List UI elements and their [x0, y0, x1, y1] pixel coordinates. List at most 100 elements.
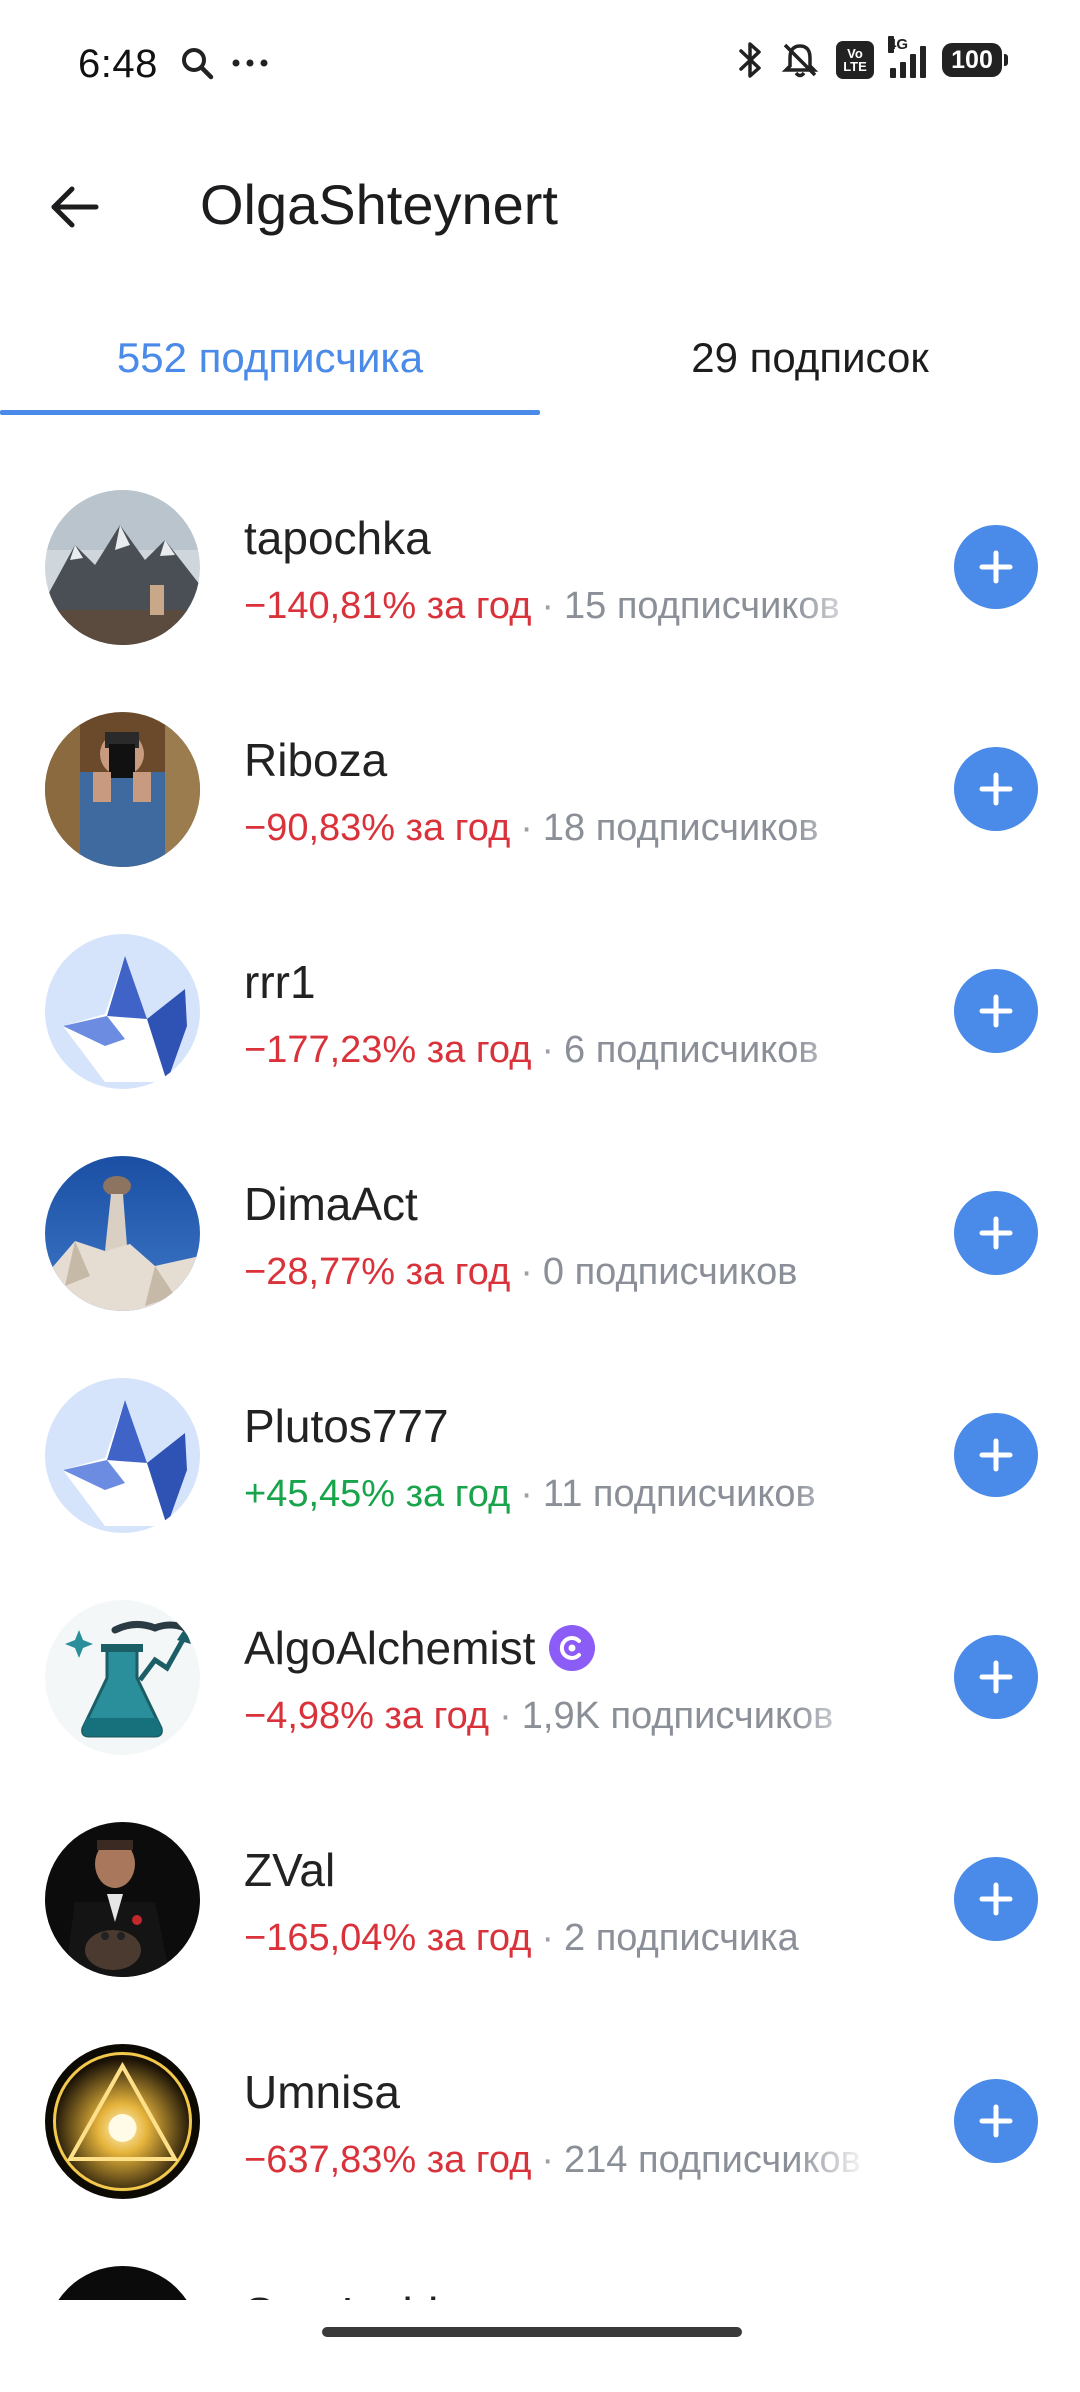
follow-button[interactable] [954, 1413, 1038, 1497]
user-stats: −28,77% за год · 0 подписчиков [244, 1251, 869, 1294]
plus-icon [979, 550, 1013, 584]
user-name[interactable]: Plutos777 [244, 1399, 449, 1453]
separator-dot: · [520, 807, 533, 849]
plus-icon [979, 1660, 1013, 1694]
followers-list: tapochka −140,81% за год · 15 подписчиков [0, 455, 1080, 2392]
plus-icon [979, 1438, 1013, 1472]
followers-screen: 6:48 Vo LTE 4G 100 OlgaShteynert 552 под… [0, 0, 1080, 2392]
list-item[interactable]: tapochka −140,81% за год · 15 подписчиков [0, 455, 1080, 677]
list-item[interactable]: Umnisa −637,83% за год · 214 подписчиков [0, 2009, 1080, 2231]
plus-icon [979, 772, 1013, 806]
arrow-left-icon [51, 186, 99, 228]
plus-icon [979, 1216, 1013, 1250]
avatar[interactable] [45, 490, 200, 645]
separator-dot: · [541, 1029, 555, 1071]
plus-icon [979, 2104, 1013, 2138]
followers-count: 1,9K подписчиков [521, 1695, 834, 1737]
user-name[interactable]: AlgoAlchemist [244, 1621, 596, 1675]
home-indicator[interactable] [322, 2327, 742, 2337]
user-stats: +45,45% за год · 11 подписчиков [244, 1473, 869, 1516]
back-button[interactable] [40, 172, 110, 242]
user-stats: −177,23% за год · 6 подписчиков [244, 1029, 869, 1072]
annual-return: −90,83% за год [244, 807, 511, 849]
search-icon [182, 48, 214, 80]
followers-count: 6 подписчиков [564, 1029, 819, 1071]
user-name[interactable]: ZVal [244, 1843, 335, 1897]
user-name-text: tapochka [244, 512, 431, 564]
avatar[interactable] [45, 1600, 200, 1755]
avatar[interactable] [45, 1378, 200, 1533]
muted-bell-icon [781, 43, 819, 78]
annual-return: −177,23% за год [244, 1029, 532, 1071]
avatar[interactable] [45, 934, 200, 1089]
avatar[interactable] [45, 1822, 200, 1977]
annual-return: −28,77% за год [244, 1251, 511, 1293]
user-name-text: Umnisa [244, 2066, 400, 2118]
tab-followers[interactable]: 552 подписчика [0, 300, 540, 415]
list-item[interactable]: ZVal −165,04% за год · 2 подписчика [0, 1787, 1080, 2009]
tab-following[interactable]: 29 подписок [540, 300, 1080, 415]
follow-button[interactable] [954, 1191, 1038, 1275]
user-name[interactable]: rrr1 [244, 955, 316, 1009]
navigation-bar-background [0, 2300, 1080, 2392]
user-name-text: ZVal [244, 1844, 336, 1896]
separator-dot: · [541, 1917, 555, 1959]
followers-count: 11 подписчиков [542, 1473, 816, 1515]
user-stats: −90,83% за год · 18 подписчиков [244, 807, 869, 850]
followers-count: 18 подписчиков [542, 807, 819, 849]
list-item[interactable]: Riboza −90,83% за год · 18 подписчиков [0, 677, 1080, 899]
followers-count: 15 подписчиков [564, 585, 840, 627]
follow-button[interactable] [954, 1635, 1038, 1719]
user-stats: −140,81% за год · 15 подписчиков [244, 585, 869, 628]
user-name-text: rrr1 [244, 956, 316, 1008]
plus-icon [979, 994, 1013, 1028]
user-name[interactable]: tapochka [244, 511, 431, 565]
separator-dot: · [520, 1251, 533, 1293]
annual-return: +45,45% за год [244, 1473, 511, 1515]
user-name-text: Plutos777 [244, 1400, 449, 1452]
plus-icon [979, 1882, 1013, 1916]
annual-return: −140,81% за год [244, 585, 532, 627]
user-name-text: DimaAct [244, 1178, 418, 1230]
user-stats: −165,04% за год · 2 подписчика [244, 1917, 869, 1960]
network-type-label: 4G [888, 36, 909, 53]
user-name-text: Riboza [244, 734, 388, 786]
more-dots-icon [232, 59, 268, 67]
avatar[interactable] [45, 1156, 200, 1311]
annual-return: −637,83% за год [244, 2139, 532, 2181]
follow-button[interactable] [954, 2079, 1038, 2163]
status-time: 6:48 [78, 42, 158, 86]
followers-count: 214 подписчиков [564, 2139, 861, 2181]
user-name[interactable]: Riboza [244, 733, 387, 787]
follow-button[interactable] [954, 747, 1038, 831]
user-name[interactable]: DimaAct [244, 1177, 418, 1231]
followers-count: 0 подписчиков [542, 1251, 798, 1293]
list-item[interactable]: AlgoAlchemist −4,98% за год · 1,9K подписч… [0, 1565, 1080, 1787]
status-bar: 6:48 Vo LTE 4G 100 [0, 0, 1080, 130]
list-item[interactable]: DimaAct −28,77% за год · 0 подписчиков [0, 1121, 1080, 1343]
signal-icon: 4G [888, 36, 926, 78]
user-name[interactable]: Umnisa [244, 2065, 400, 2119]
status-left-icons [180, 46, 268, 80]
battery-level: 100 [951, 45, 993, 74]
separator-dot: · [541, 2139, 555, 2181]
battery-icon: 100 [942, 43, 1008, 77]
user-stats: −637,83% за год · 214 подписчиков [244, 2139, 869, 2182]
follow-button[interactable] [954, 525, 1038, 609]
volte-bottom-label: LTE [843, 59, 867, 74]
volte-icon: Vo LTE [836, 41, 874, 79]
annual-return: −4,98% за год [244, 1695, 490, 1737]
separator-dot: · [499, 1695, 512, 1737]
separator-dot: · [520, 1473, 533, 1515]
follow-button[interactable] [954, 969, 1038, 1053]
avatar[interactable] [45, 2044, 200, 2199]
status-right-icons: Vo LTE 4G 100 [738, 36, 1008, 80]
app-bar: OlgaShteynert [0, 150, 1080, 260]
separator-dot: · [541, 585, 555, 627]
follow-button[interactable] [954, 1857, 1038, 1941]
annual-return: −165,04% за год [244, 1917, 532, 1959]
list-item[interactable]: Plutos777 +45,45% за год · 11 подписчиков [0, 1343, 1080, 1565]
avatar[interactable] [45, 712, 200, 867]
list-item[interactable]: rrr1 −177,23% за год · 6 подписчиков [0, 899, 1080, 1121]
user-stats: −4,98% за год · 1,9K подписчиков [244, 1695, 869, 1738]
